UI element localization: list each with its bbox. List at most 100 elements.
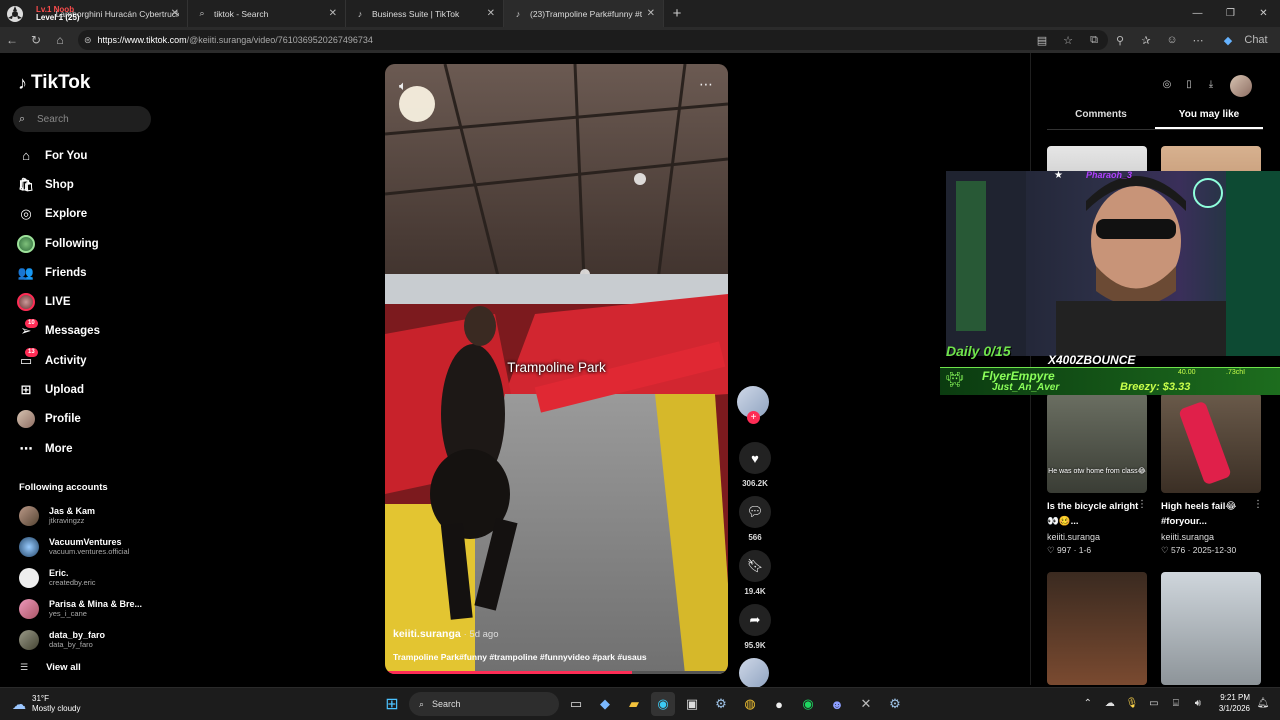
video-actions: + ♥ 306.2K 💬︎ 566 🔖︎ 19.4K ➦ 95.9K — [737, 386, 773, 688]
rec-thumb[interactable] — [1047, 572, 1147, 685]
clock-time: 9:21 PM — [1220, 693, 1250, 702]
share-icon[interactable]: ➦ — [739, 604, 771, 636]
close-icon[interactable]: ✕ — [487, 8, 495, 19]
display-icon[interactable]: ▭ — [1145, 698, 1163, 709]
video-player[interactable]: 🔈︎ ⋯ Trampoline Park keiiti.suranga · 5d… — [385, 64, 728, 674]
extensions-icon[interactable]: ⧉ — [1082, 30, 1106, 50]
download-icon[interactable]: ⤓ — [1202, 75, 1220, 93]
profile-icon[interactable]: ☺ — [1160, 30, 1184, 50]
tiktok-logo[interactable]: ♪ TikTok — [18, 72, 90, 94]
weather-widget[interactable]: ☁ 31°F Mostly cloudy — [12, 694, 80, 714]
reader-icon[interactable]: ▤ — [1030, 30, 1054, 50]
back-icon[interactable]: ← — [0, 28, 24, 52]
favorite-icon[interactable]: ☆ — [1056, 30, 1080, 50]
close-window-icon[interactable]: ✕ — [1247, 0, 1280, 27]
nav-live[interactable]: LIVE — [17, 287, 167, 316]
nav-profile[interactable]: Profile — [17, 405, 167, 434]
creator-avatar[interactable]: + — [737, 386, 769, 424]
tab-you-may-like[interactable]: You may like — [1155, 109, 1263, 129]
rec-thumb[interactable]: He was otw home from class😂 — [1047, 393, 1147, 493]
edge-icon[interactable]: ◉ — [651, 692, 675, 716]
network-icon[interactable]: ⌸ — [1167, 698, 1185, 709]
spotify-icon[interactable]: ◉ — [796, 692, 820, 716]
compass-icon[interactable]: ◎ — [1158, 75, 1176, 93]
volume-icon[interactable]: 🔈︎ — [399, 78, 407, 94]
restore-icon[interactable]: ❐ — [1214, 0, 1247, 27]
tab-comments[interactable]: Comments — [1047, 109, 1155, 129]
discord-icon[interactable]: ☻ — [825, 692, 849, 716]
steam-app-icon[interactable]: ⚙ — [883, 692, 907, 716]
home-icon[interactable]: ⌂ — [48, 28, 72, 52]
onedrive-icon[interactable]: ☁ — [1101, 698, 1119, 709]
clock[interactable]: 9:21 PM 3/1/2026 — [1219, 692, 1250, 714]
xbox-icon[interactable]: ✕ — [854, 692, 878, 716]
comment-icon[interactable]: 💬︎ — [739, 496, 771, 528]
tab-trampoline-park[interactable]: ♪ (23)Trampoline Park#funny #t ✕ — [504, 0, 664, 27]
copilot-chat-button[interactable]: ◆ Chat — [1212, 30, 1272, 50]
browser-profile-icon[interactable] — [0, 0, 30, 27]
view-all-link[interactable]: ☰ View all — [20, 662, 81, 673]
nav-explore[interactable]: ◎ Explore — [17, 200, 167, 229]
chrome-icon[interactable]: ◍ — [738, 692, 762, 716]
nav-following[interactable]: Following — [17, 229, 167, 258]
rec-title[interactable]: High heels fail😂 #foryour... — [1161, 499, 1261, 529]
following-account[interactable]: VacuumVentures vacuum.ventures.official — [19, 531, 169, 562]
task-view-icon[interactable]: ▭ — [564, 692, 588, 716]
github-icon[interactable]: ● — [767, 692, 791, 716]
tab-business-suite[interactable]: ♪ Business Suite | TikTok ✕ — [346, 0, 504, 27]
close-icon[interactable]: ✕ — [171, 8, 179, 19]
refresh-icon[interactable]: ↻ — [24, 28, 48, 52]
volume-icon[interactable]: 🔊︎ — [1189, 698, 1207, 709]
file-explorer-icon[interactable]: ▰ — [622, 692, 646, 716]
nav-friends[interactable]: 👥 Friends — [17, 258, 167, 287]
tab-tiktok-search[interactable]: ⌕ tiktok - Search ✕ — [188, 0, 346, 27]
webcam-feed — [946, 171, 1280, 356]
steam-icon[interactable]: ⚙ — [709, 692, 733, 716]
favorites-icon[interactable]: ✰ — [1134, 30, 1158, 50]
rec-more-icon[interactable]: ⋮ — [1253, 499, 1263, 510]
following-account[interactable]: Jas & Kam jtkravingzz — [19, 500, 169, 531]
music-disc-icon[interactable] — [739, 658, 769, 688]
nav-shop[interactable]: 🛍 Shop — [17, 170, 167, 199]
url-field[interactable]: ⊜ https://www.tiktok.com /@keiiti.surang… — [78, 30, 1108, 50]
more-options-icon[interactable]: ⋯ — [699, 76, 714, 93]
rec-more-icon[interactable]: ⋮ — [1137, 499, 1147, 510]
user-avatar[interactable] — [1230, 75, 1252, 97]
follow-plus-icon[interactable]: + — [747, 411, 760, 424]
search-input[interactable]: ⌕ Search — [13, 106, 151, 132]
menu-icon[interactable]: ⋯ — [1186, 30, 1210, 50]
rec-thumb[interactable] — [1161, 572, 1261, 685]
rec-title[interactable]: Is the bicycle alright👀🥴... — [1047, 499, 1147, 529]
copilot-icon[interactable]: ◆ — [593, 692, 617, 716]
notification-bell-icon[interactable]: 🔔︎ — [1254, 698, 1272, 709]
heart-icon[interactable]: ♥ — [739, 442, 771, 474]
following-account[interactable]: Parisa & Mina & Bre... yes_i_cane — [19, 593, 169, 624]
rec-author[interactable]: keiiti.suranga — [1047, 532, 1100, 542]
author-name[interactable]: keiiti.suranga — [393, 628, 461, 640]
nav-activity[interactable]: ▭ 13 Activity — [17, 346, 167, 375]
video-description[interactable]: Trampoline Park#funny #trampoline #funny… — [393, 652, 647, 662]
store-icon[interactable]: ▣ — [680, 692, 704, 716]
site-info-icon[interactable]: ⊜ — [84, 35, 92, 46]
following-account[interactable]: Eric. createdby.eric — [19, 562, 169, 593]
bookmark-icon[interactable]: 🔖︎ — [739, 550, 771, 582]
close-icon[interactable]: ✕ — [647, 8, 655, 19]
windows-start-icon[interactable]: ⊞ — [380, 692, 404, 716]
taskbar-search[interactable]: ⌕ Search — [409, 692, 559, 716]
close-icon[interactable]: ✕ — [329, 8, 337, 19]
rec-thumb[interactable] — [1161, 393, 1261, 493]
device-icon[interactable]: ▯ — [1180, 75, 1198, 93]
nav-messages[interactable]: ➢ 10 Messages — [17, 317, 167, 346]
nav-upload[interactable]: ⊞ Upload — [17, 375, 167, 404]
microphone-icon[interactable]: 🎙︎ — [1123, 698, 1141, 709]
nav-for-you[interactable]: ⌂ For You — [17, 141, 167, 170]
nav-more[interactable]: ⋯ More — [17, 434, 167, 463]
new-tab-button[interactable]: + — [664, 5, 690, 22]
rec-author[interactable]: keiiti.suranga — [1161, 532, 1214, 542]
split-icon[interactable]: ⚲ — [1108, 30, 1132, 50]
chevron-up-icon[interactable]: ⌃ — [1079, 698, 1097, 709]
video-progress-bar[interactable] — [385, 671, 728, 674]
video-author[interactable]: keiiti.suranga · 5d ago — [393, 628, 499, 640]
following-account[interactable]: data_by_faro data_by_faro — [19, 624, 169, 655]
minimize-icon[interactable]: — — [1181, 0, 1214, 27]
